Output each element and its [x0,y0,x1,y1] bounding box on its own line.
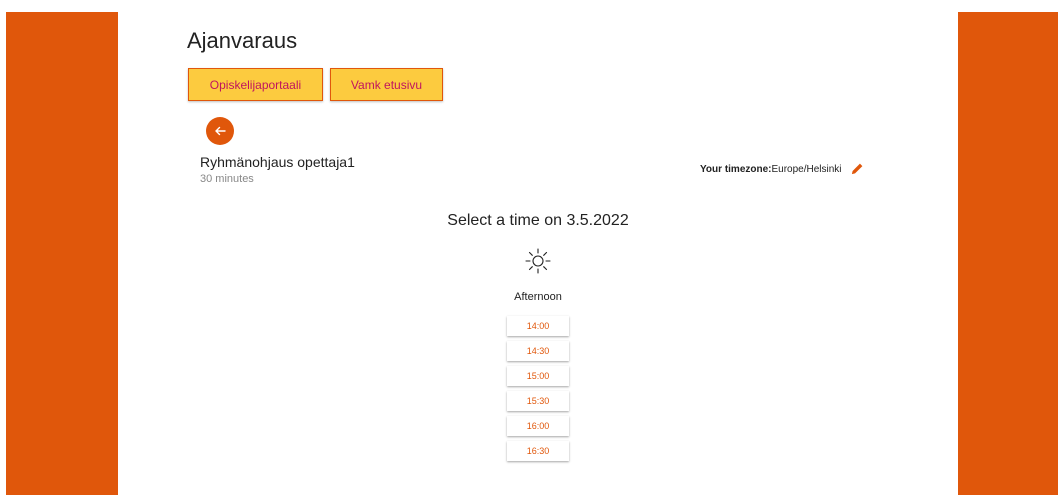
pencil-icon[interactable] [850,161,865,176]
timezone-display: Your timezone:Europe/Helsinki [700,164,842,175]
sun-icon [525,248,551,274]
time-slot-button[interactable]: 15:30 [507,391,569,411]
right-orange-panel [958,12,1058,495]
select-time-heading: Select a time on 3.5.2022 [447,212,629,229]
time-slot-button[interactable]: 16:30 [507,441,569,461]
time-slot-list: 14:00 14:30 15:00 15:30 16:00 16:30 [507,316,569,466]
student-portal-button[interactable]: Opiskelijaportaali [188,68,323,101]
back-button[interactable] [206,117,234,145]
page-title: Ajanvaraus [187,28,298,53]
time-slot-button[interactable]: 14:30 [507,341,569,361]
main-content: Ajanvaraus Opiskelijaportaali Vamk etusi… [118,0,958,495]
time-slot-button[interactable]: 14:00 [507,316,569,336]
timezone-label: Your timezone: [700,164,772,175]
left-orange-panel [6,12,118,495]
arrow-left-icon [215,126,226,136]
period-label: Afternoon [514,291,562,303]
timezone-value: Europe/Helsinki [771,164,842,175]
time-slot-button[interactable]: 16:00 [507,416,569,436]
time-slot-button[interactable]: 15:00 [507,366,569,386]
event-name: Ryhmänohjaus opettaja1 [200,154,355,170]
vamk-home-button[interactable]: Vamk etusivu [330,68,443,101]
event-duration: 30 minutes [200,173,254,185]
